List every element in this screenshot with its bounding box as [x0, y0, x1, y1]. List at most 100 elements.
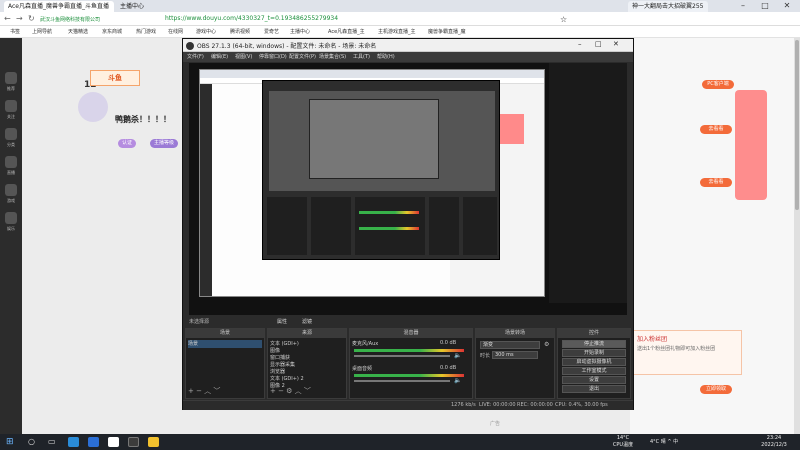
source-controls[interactable]: + − ⚙ ︿ ﹀ [270, 386, 311, 396]
room-name: 鸭鹅杀！！！！ [115, 115, 171, 124]
douyu-logo: 斗鱼 [90, 70, 140, 86]
scrollbar-thumb[interactable] [795, 40, 799, 210]
exit-button[interactable]: 退出 [562, 385, 626, 393]
menu-item[interactable]: 停靠窗口(D) [259, 53, 287, 60]
menu-item[interactable]: 帮助(H) [377, 53, 395, 60]
cpu-status: CPU: 0.4%, 30.00 fps [555, 402, 608, 408]
heart-icon[interactable] [5, 100, 17, 112]
browser-tab-right[interactable]: 神一大翻局击大招破翼255 [628, 1, 708, 12]
star-icon[interactable] [5, 212, 17, 224]
obs-title: OBS 27.1.3 (64-bit, windows) - 配置文件: 未命名… [197, 43, 377, 50]
mic-volume-slider[interactable] [354, 355, 450, 357]
red-envelope-banner[interactable] [735, 90, 767, 200]
settings-button[interactable]: 设置 [562, 376, 626, 384]
scene-controls[interactable]: + − ︿ ﹀ [188, 386, 220, 396]
menu-item[interactable]: 场景集合(S) [319, 53, 346, 60]
scene-item[interactable]: 场景 [188, 340, 262, 348]
transition-select[interactable]: 渐变 [480, 341, 540, 349]
dock-title: 混音器 [350, 329, 472, 338]
bookmark-item[interactable]: 书签 [10, 28, 20, 35]
properties-button[interactable]: 属性 [277, 318, 287, 325]
bookmark-item[interactable]: 主机游戏直播_主 [378, 28, 416, 35]
menu-item[interactable]: 视图(V) [235, 53, 252, 60]
claim-button[interactable]: 立即领取 [700, 385, 732, 394]
nav-label[interactable]: 直播 [0, 170, 22, 176]
minimize-icon[interactable]: – [578, 40, 582, 48]
nav-label[interactable]: 推荐 [0, 86, 22, 92]
stop-streaming-button[interactable]: 停止推流 [562, 340, 626, 348]
pc-client-button[interactable]: PC客户端 [702, 80, 734, 89]
refresh-icon[interactable]: ↻ [28, 14, 35, 23]
browser-tab-active[interactable]: Ace凡森直播_魔兽争霸直播_斗鱼直播 [4, 1, 114, 12]
mixer-db: 0.0 dB [440, 340, 457, 346]
browser-icon[interactable] [88, 437, 99, 447]
nav-label[interactable]: 分类 [0, 142, 22, 148]
speaker-icon[interactable]: 🔈 [454, 377, 461, 384]
avatar[interactable] [78, 92, 108, 122]
go-see-button[interactable]: 去看看 [700, 178, 732, 187]
nested-obs-window [262, 80, 500, 260]
go-see-button[interactable]: 去看看 [700, 125, 732, 134]
menu-item[interactable]: 配置文件(P) [289, 53, 316, 60]
tag-pill[interactable]: 认证 [118, 139, 137, 148]
obs-preview[interactable] [189, 63, 633, 337]
star-icon[interactable]: ☆ [560, 15, 572, 24]
menu-item[interactable]: 文件(F) [187, 53, 204, 60]
tag-pill[interactable]: 主播等级 [150, 139, 179, 148]
clock[interactable]: 23:24 2022/12/3 [754, 435, 794, 449]
nav-label[interactable]: 游戏 [0, 198, 22, 204]
bookmark-item[interactable]: 天猫精选 [68, 28, 88, 35]
bookmark-item[interactable]: 在线网 [168, 28, 183, 35]
studio-mode-button[interactable]: 工作室模式 [562, 367, 626, 375]
filters-button[interactable]: 滤镜 [302, 318, 312, 325]
search-icon[interactable]: ○ [28, 437, 35, 447]
nav-label[interactable]: 娱乐 [0, 226, 22, 232]
back-icon[interactable]: ← [4, 14, 11, 23]
bookmark-item[interactable]: 腾讯视频 [230, 28, 250, 35]
clock-time: 23:24 [766, 435, 782, 441]
bookmark-item[interactable]: 上网导航 [32, 28, 52, 35]
url-input[interactable]: https://www.douyu.com/4330327_t=0.193486… [165, 15, 338, 22]
bookmark-item[interactable]: 京东商城 [102, 28, 122, 35]
nested-dock [355, 197, 425, 255]
nav-label[interactable]: 关注 [0, 114, 22, 120]
bookmark-item[interactable]: 爱奇艺 [264, 28, 279, 35]
obs-icon[interactable] [128, 437, 139, 447]
start-recording-button[interactable]: 开始录制 [562, 349, 626, 357]
minimize-icon[interactable]: – [732, 0, 754, 12]
home-icon[interactable] [5, 72, 17, 84]
bookmark-item[interactable]: 游戏中心 [196, 28, 216, 35]
speaker-icon[interactable]: 🔈 [454, 352, 461, 359]
menu-item[interactable]: 编辑(E) [211, 53, 228, 60]
menu-item[interactable]: 工具(T) [353, 53, 370, 60]
close-icon[interactable]: ✕ [776, 0, 798, 12]
grid-icon[interactable] [5, 128, 17, 140]
bookmark-item[interactable]: Ace凡森直播_主 [328, 28, 365, 35]
bookmark-item[interactable]: 主播中心 [290, 28, 310, 35]
bookmark-item[interactable]: 热门游戏 [136, 28, 156, 35]
file-icon[interactable] [108, 437, 119, 447]
live-icon[interactable] [5, 156, 17, 168]
bookmark-item[interactable]: 魔兽争霸直播_魔 [428, 28, 466, 35]
captured-browser [199, 69, 545, 297]
game-icon[interactable] [148, 437, 159, 447]
security-label[interactable]: 武汉斗鱼网络科技有限公司 [40, 16, 100, 23]
tab-label: 神一大翻局击大招破翼255 [632, 3, 704, 10]
gear-icon[interactable]: ⚙ [544, 341, 549, 348]
close-icon[interactable]: ✕ [613, 40, 619, 48]
bitrate-status: 1276 kb/s [451, 402, 476, 408]
weather-widget[interactable]: 4°C 晴 ^ 中 [650, 438, 678, 445]
desktop-volume-slider[interactable] [354, 380, 450, 382]
obs-window: OBS 27.1.3 (64-bit, windows) - 配置文件: 未命名… [182, 38, 634, 410]
task-view-icon[interactable]: ▭ [48, 437, 56, 447]
maximize-icon[interactable]: □ [754, 0, 776, 12]
forward-icon[interactable]: → [16, 14, 23, 23]
start-icon[interactable]: ⊞ [6, 437, 14, 447]
game-icon[interactable] [5, 184, 17, 196]
cpu-temp[interactable]: 14°C CPU温度 [608, 435, 638, 449]
browser-tab-studio[interactable]: 主播中心 [116, 1, 176, 12]
duration-input[interactable]: 300 ms [492, 351, 538, 359]
virtual-camera-button[interactable]: 启动虚拟摄像机 [562, 358, 626, 366]
maximize-icon[interactable]: □ [595, 40, 602, 48]
edge-icon[interactable] [68, 437, 79, 447]
